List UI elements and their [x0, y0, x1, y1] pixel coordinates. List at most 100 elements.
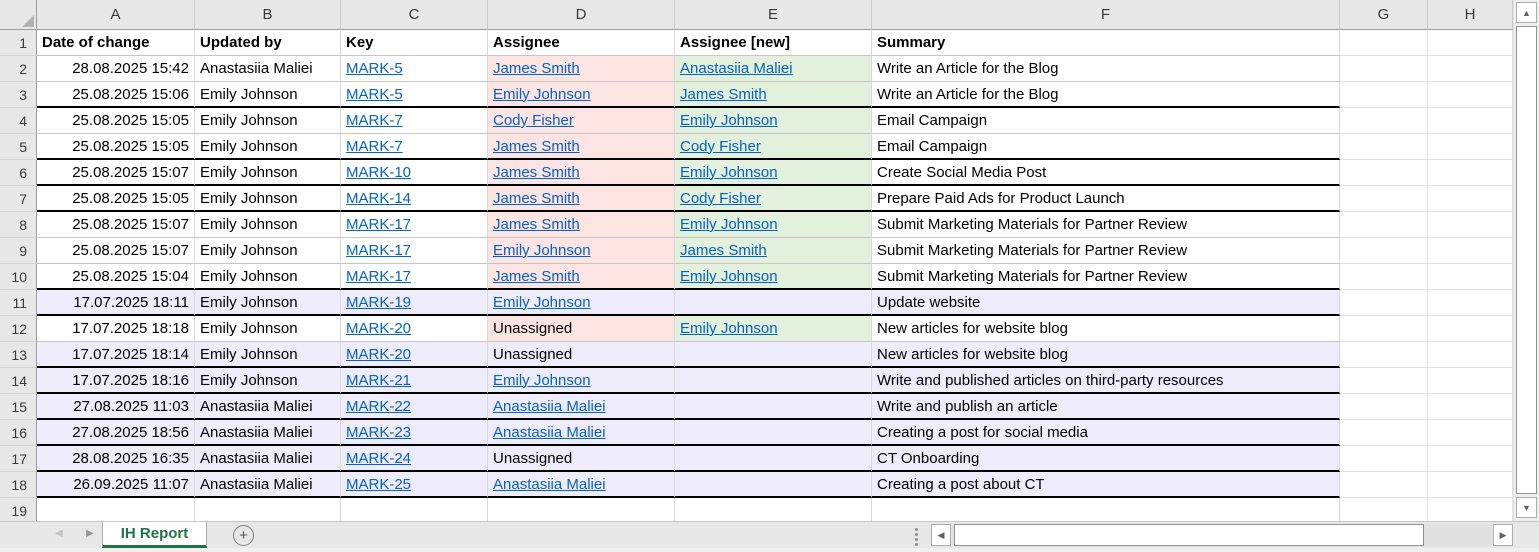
cell-assignee[interactable]: Anastasiia Maliei — [488, 472, 675, 498]
header-cell-d[interactable]: Assignee — [488, 30, 675, 56]
cell-assignee-new-link[interactable]: Emily Johnson — [680, 216, 778, 233]
cell-empty[interactable] — [1340, 264, 1428, 290]
select-all-corner[interactable] — [0, 0, 37, 30]
cell-key[interactable]: MARK-5 — [341, 82, 488, 108]
cell-assignee[interactable]: Cody Fisher — [488, 108, 675, 134]
cell-empty[interactable] — [1428, 420, 1513, 446]
cell-assignee-link[interactable]: James Smith — [493, 268, 580, 285]
cell-key[interactable]: MARK-22 — [341, 394, 488, 420]
cell-assignee-new[interactable] — [675, 342, 872, 368]
cell-summary[interactable]: New articles for website blog — [872, 342, 1340, 368]
cell-key[interactable]: MARK-24 — [341, 446, 488, 472]
cell-date[interactable]: 27.08.2025 11:03 — [37, 394, 195, 420]
cell-empty[interactable] — [1340, 108, 1428, 134]
row-number[interactable]: 11 — [0, 290, 37, 316]
cell-date[interactable]: 25.08.2025 15:05 — [37, 108, 195, 134]
cell-empty[interactable] — [1340, 394, 1428, 420]
cell-assignee-link[interactable]: James Smith — [493, 138, 580, 155]
cell-assignee-new[interactable]: Anastasiia Maliei — [675, 56, 872, 82]
cell-assignee-link[interactable]: Anastasiia Maliei — [493, 476, 606, 493]
row-number[interactable]: 2 — [0, 56, 37, 82]
cell-assignee-link[interactable]: Emily Johnson — [493, 86, 591, 103]
cell-key-link[interactable]: MARK-14 — [346, 190, 411, 207]
row-number[interactable]: 17 — [0, 446, 37, 472]
cell-key-link[interactable]: MARK-7 — [346, 138, 403, 155]
cell-updated-by[interactable]: Emily Johnson — [195, 82, 341, 108]
cell-key[interactable]: MARK-20 — [341, 316, 488, 342]
cell-key[interactable]: MARK-10 — [341, 160, 488, 186]
cell-key[interactable]: MARK-14 — [341, 186, 488, 212]
cell-updated-by[interactable]: Anastasiia Maliei — [195, 420, 341, 446]
cell-assignee[interactable]: James Smith — [488, 264, 675, 290]
cell-summary[interactable]: Write an Article for the Blog — [872, 56, 1340, 82]
cell-key[interactable]: MARK-17 — [341, 238, 488, 264]
scroll-left-button[interactable]: ◀ — [931, 524, 951, 546]
tab-scroll-right-icon[interactable]: ▶ — [86, 528, 94, 539]
cell-updated-by[interactable]: Emily Johnson — [195, 264, 341, 290]
cell-empty[interactable] — [1340, 56, 1428, 82]
cell-assignee-new-link[interactable]: Emily Johnson — [680, 112, 778, 129]
scroll-right-button[interactable]: ▶ — [1493, 524, 1513, 546]
cell-assignee-link[interactable]: James Smith — [493, 190, 580, 207]
cell-assignee[interactable]: Unassigned — [488, 342, 675, 368]
cell-empty[interactable] — [1428, 134, 1513, 160]
cell-updated-by[interactable]: Emily Johnson — [195, 316, 341, 342]
cell-empty[interactable] — [1428, 238, 1513, 264]
tab-splitter-grip[interactable] — [913, 527, 919, 547]
cell-updated-by[interactable]: Emily Johnson — [195, 290, 341, 316]
row-number[interactable]: 5 — [0, 134, 37, 160]
cell-summary[interactable]: Submit Marketing Materials for Partner R… — [872, 212, 1340, 238]
cell-date[interactable]: 26.09.2025 11:07 — [37, 472, 195, 498]
cell-updated-by[interactable]: Anastasiia Maliei — [195, 472, 341, 498]
cell-assignee[interactable]: Anastasiia Maliei — [488, 394, 675, 420]
cell-assignee-new[interactable] — [675, 420, 872, 446]
cell-assignee-new[interactable]: Emily Johnson — [675, 160, 872, 186]
cell-assignee-link[interactable]: Anastasiia Maliei — [493, 398, 606, 415]
cell-key-link[interactable]: MARK-5 — [346, 60, 403, 77]
cell-summary[interactable]: Write and published articles on third-pa… — [872, 368, 1340, 394]
cell-key-link[interactable]: MARK-5 — [346, 86, 403, 103]
cell-assignee-new[interactable] — [675, 394, 872, 420]
cell-updated-by[interactable]: Emily Johnson — [195, 212, 341, 238]
header-cell-f[interactable]: Summary — [872, 30, 1340, 56]
cell-key-link[interactable]: MARK-10 — [346, 164, 411, 181]
cell-empty[interactable] — [1428, 290, 1513, 316]
cell-assignee-new[interactable]: Emily Johnson — [675, 212, 872, 238]
cell-empty[interactable] — [1428, 316, 1513, 342]
cell-assignee-new[interactable]: James Smith — [675, 82, 872, 108]
cell-empty[interactable] — [1340, 472, 1428, 498]
column-header-h[interactable]: H — [1428, 0, 1513, 30]
row-number[interactable]: 8 — [0, 212, 37, 238]
cell-key[interactable]: MARK-20 — [341, 342, 488, 368]
cell-date[interactable]: 27.08.2025 18:56 — [37, 420, 195, 446]
row-number[interactable]: 4 — [0, 108, 37, 134]
cell-date[interactable]: 17.07.2025 18:14 — [37, 342, 195, 368]
cell-date[interactable]: 17.07.2025 18:16 — [37, 368, 195, 394]
cell-empty[interactable] — [1340, 342, 1428, 368]
cell-assignee[interactable]: Emily Johnson — [488, 238, 675, 264]
cell-key[interactable]: MARK-21 — [341, 368, 488, 394]
cell-empty[interactable] — [1340, 134, 1428, 160]
cell-key[interactable]: MARK-17 — [341, 212, 488, 238]
cell-empty[interactable] — [1340, 290, 1428, 316]
row-number[interactable]: 18 — [0, 472, 37, 498]
cell-assignee[interactable]: Emily Johnson — [488, 368, 675, 394]
cell-date[interactable]: 17.07.2025 18:11 — [37, 290, 195, 316]
cell-summary[interactable]: New articles for website blog — [872, 316, 1340, 342]
cell-key-link[interactable]: MARK-17 — [346, 216, 411, 233]
cell-assignee[interactable]: James Smith — [488, 134, 675, 160]
cell-assignee-new[interactable]: Emily Johnson — [675, 316, 872, 342]
cell-assignee[interactable]: Emily Johnson — [488, 290, 675, 316]
horizontal-scrollbar[interactable]: ◀ ▶ — [931, 524, 1513, 546]
cell-assignee-link[interactable]: Anastasiia Maliei — [493, 424, 606, 441]
cell-date[interactable]: 25.08.2025 15:06 — [37, 82, 195, 108]
cell-assignee-new-link[interactable]: Emily Johnson — [680, 164, 778, 181]
cell-empty[interactable] — [1428, 82, 1513, 108]
cell-empty[interactable] — [1340, 420, 1428, 446]
cell-updated-by[interactable]: Emily Johnson — [195, 108, 341, 134]
column-header-e[interactable]: E — [675, 0, 872, 30]
cell-empty[interactable] — [1340, 82, 1428, 108]
cell-updated-by[interactable]: Emily Johnson — [195, 342, 341, 368]
cell-assignee[interactable]: Emily Johnson — [488, 82, 675, 108]
cell-key-link[interactable]: MARK-17 — [346, 268, 411, 285]
